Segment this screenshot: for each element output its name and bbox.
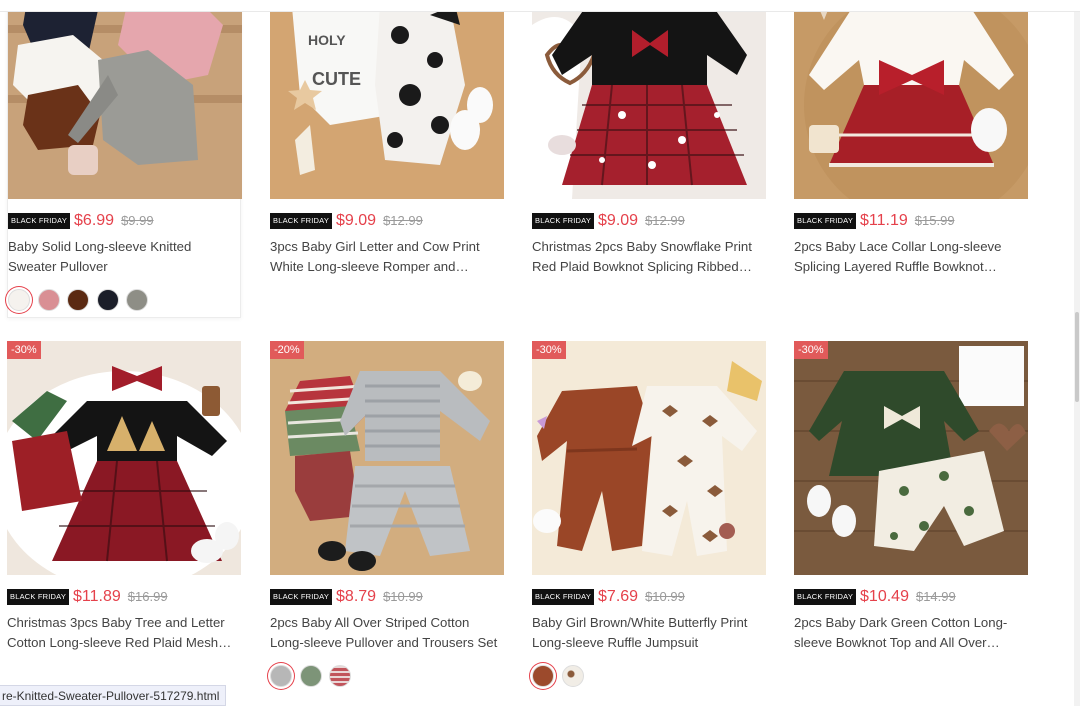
product-title[interactable]: 2pcs Baby Dark Green Cotton Long-sleeve … bbox=[794, 613, 1028, 652]
product-image[interactable]: -30% bbox=[794, 341, 1028, 575]
old-price: $12.99 bbox=[645, 213, 685, 228]
black-friday-badge: BLACK FRIDAY bbox=[8, 213, 71, 229]
sweaters-photo bbox=[8, 0, 242, 199]
price: $10.49 bbox=[860, 588, 909, 605]
price: $7.69 bbox=[598, 588, 639, 605]
product-title[interactable]: 3pcs Baby Girl Letter and Cow Print Whit… bbox=[270, 237, 504, 276]
color-swatch[interactable] bbox=[532, 665, 554, 687]
product-card[interactable]: BLACK FRIDAY $11.19 $15.99 2pcs Baby Lac… bbox=[794, 0, 1028, 276]
product-title[interactable]: 2pcs Baby Lace Collar Long-sleeve Splici… bbox=[794, 237, 1028, 276]
striped-set-photo bbox=[270, 341, 504, 575]
color-swatches bbox=[532, 665, 766, 687]
product-card[interactable]: BLACK FRIDAY $6.99 $9.99 Baby Solid Long… bbox=[7, 0, 242, 318]
old-price: $12.99 bbox=[383, 213, 423, 228]
svg-text:CUTE: CUTE bbox=[312, 69, 361, 89]
product-title[interactable]: Baby Solid Long-sleeve Knitted Sweater P… bbox=[8, 237, 240, 276]
price-row: BLACK FRIDAY $9.09 $12.99 bbox=[270, 212, 504, 232]
color-swatch[interactable] bbox=[96, 289, 119, 311]
product-title[interactable]: 2pcs Baby All Over Striped Cotton Long-s… bbox=[270, 613, 504, 652]
old-price: $10.99 bbox=[645, 589, 685, 604]
price-row: BLACK FRIDAY $7.69 $10.99 bbox=[532, 588, 766, 608]
ruffle-dress-photo bbox=[794, 0, 1028, 199]
price: $11.89 bbox=[73, 588, 121, 605]
color-swatch[interactable] bbox=[270, 665, 292, 687]
product-card[interactable]: -30% BLACK FRIDAY $11.89 $16.99 Christma… bbox=[7, 341, 241, 652]
product-image[interactable]: HOLY CUTE bbox=[270, 0, 504, 199]
price: $11.19 bbox=[860, 212, 908, 229]
product-card[interactable]: -30% BLACK FRIDAY $7.69 $10.99 Baby Girl… bbox=[532, 341, 766, 687]
black-friday-badge: BLACK FRIDAY bbox=[7, 589, 70, 605]
scrollbar[interactable] bbox=[1074, 12, 1080, 706]
color-swatches bbox=[8, 289, 240, 311]
product-title[interactable]: Baby Girl Brown/White Butterfly Print Lo… bbox=[532, 613, 766, 652]
product-image[interactable]: -30% bbox=[7, 341, 241, 575]
old-price: $16.99 bbox=[127, 589, 168, 604]
product-image[interactable] bbox=[532, 0, 766, 199]
old-price: $9.99 bbox=[121, 213, 154, 228]
color-swatch[interactable] bbox=[37, 289, 60, 311]
plaid-dress-photo bbox=[532, 0, 766, 199]
product-card[interactable]: -30% BLACK FRIDAY $10.49 $14.99 2pcs Bab… bbox=[794, 341, 1028, 652]
top-bar bbox=[0, 0, 1080, 12]
old-price: $10.99 bbox=[383, 589, 423, 604]
cow-romper-photo: HOLY CUTE bbox=[270, 0, 504, 199]
price-row: BLACK FRIDAY $11.89 $16.99 bbox=[7, 588, 241, 608]
product-card[interactable]: BLACK FRIDAY $9.09 $12.99 Christmas 2pcs… bbox=[532, 0, 766, 276]
black-friday-badge: BLACK FRIDAY bbox=[532, 213, 595, 229]
color-swatch[interactable] bbox=[67, 289, 89, 311]
old-price: $14.99 bbox=[915, 589, 956, 604]
butterfly-jumpsuit-photo bbox=[532, 341, 766, 575]
discount-badge: -30% bbox=[532, 341, 566, 359]
product-card[interactable]: -20% BLACK FRIDAY $8.79 $10.99 2pcs Baby… bbox=[270, 341, 504, 687]
discount-badge: -20% bbox=[270, 341, 304, 359]
black-friday-badge: BLACK FRIDAY bbox=[794, 213, 857, 229]
svg-text:HOLY: HOLY bbox=[308, 32, 346, 48]
color-swatch[interactable] bbox=[126, 289, 148, 311]
price: $8.79 bbox=[336, 588, 377, 605]
old-price: $15.99 bbox=[914, 213, 955, 228]
color-swatch[interactable] bbox=[8, 289, 30, 311]
black-friday-badge: BLACK FRIDAY bbox=[270, 589, 333, 605]
price: $9.09 bbox=[598, 212, 639, 229]
tree-dress-photo bbox=[7, 341, 241, 575]
color-swatch[interactable] bbox=[299, 665, 322, 687]
green-set-photo bbox=[794, 341, 1028, 575]
price-row: BLACK FRIDAY $11.19 $15.99 bbox=[794, 212, 1028, 232]
product-title[interactable]: Christmas 2pcs Baby Snowflake Print Red … bbox=[532, 237, 766, 276]
product-image[interactable] bbox=[794, 0, 1028, 199]
product-image[interactable]: -20% bbox=[270, 341, 504, 575]
price-row: BLACK FRIDAY $8.79 $10.99 bbox=[270, 588, 504, 608]
scrollbar-thumb[interactable] bbox=[1075, 312, 1079, 402]
product-image[interactable] bbox=[8, 0, 242, 199]
color-swatch[interactable] bbox=[329, 665, 351, 687]
color-swatches bbox=[270, 665, 504, 687]
black-friday-badge: BLACK FRIDAY bbox=[532, 589, 595, 605]
product-card[interactable]: HOLY CUTE BLACK FRIDAY $9.09 $12.99 3pcs… bbox=[270, 0, 504, 276]
price: $9.09 bbox=[336, 212, 377, 229]
black-friday-badge: BLACK FRIDAY bbox=[270, 213, 333, 229]
price-row: BLACK FRIDAY $6.99 $9.99 bbox=[8, 212, 240, 232]
price-row: BLACK FRIDAY $9.09 $12.99 bbox=[532, 212, 766, 232]
discount-badge: -30% bbox=[794, 341, 828, 359]
product-image[interactable]: -30% bbox=[532, 341, 766, 575]
price: $6.99 bbox=[74, 212, 115, 229]
color-swatch[interactable] bbox=[561, 665, 584, 687]
discount-badge: -30% bbox=[7, 341, 41, 359]
product-title[interactable]: Christmas 3pcs Baby Tree and Letter Cott… bbox=[7, 613, 241, 652]
black-friday-badge: BLACK FRIDAY bbox=[794, 589, 857, 605]
price-row: BLACK FRIDAY $10.49 $14.99 bbox=[794, 588, 1028, 608]
status-bar-url: re-Knitted-Sweater-Pullover-517279.html bbox=[0, 685, 227, 706]
